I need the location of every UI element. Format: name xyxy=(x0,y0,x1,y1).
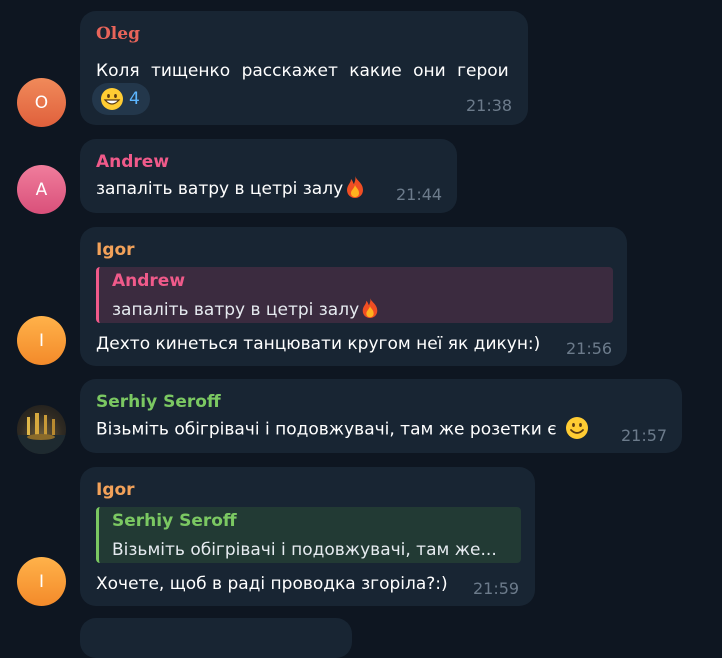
message-bubble[interactable]: Igor Serhiy Seroff Візьміть обігрівачі і… xyxy=(80,467,535,606)
grinning-emoji-icon xyxy=(101,88,123,110)
message-text: Візьміть обігрівачі і подовжувачі, там ж… xyxy=(96,417,589,440)
message-time: 21:38 xyxy=(466,96,513,115)
message-bubble[interactable]: Igor Andrew запаліть ватру в цетрі залу … xyxy=(80,227,627,366)
message-text: запаліть ватру в цетрі залу xyxy=(96,176,366,199)
sender-name[interactable]: Serhiy Seroff xyxy=(96,392,221,412)
sender-name[interactable]: Igor xyxy=(96,240,135,260)
message-bubble-partial[interactable] xyxy=(80,618,352,658)
message-bubble[interactable]: Andrew запаліть ватру в цетрі залу 21:44 xyxy=(80,139,457,213)
fire-emoji-icon xyxy=(347,176,364,198)
fire-emoji-icon xyxy=(362,298,378,318)
reply-quote[interactable]: Serhiy Seroff Візьміть обігрівачі і подо… xyxy=(96,507,521,563)
reply-sender: Serhiy Seroff xyxy=(112,511,237,531)
avatar-letter: I xyxy=(38,571,44,592)
message-time: 21:44 xyxy=(396,185,443,204)
smiling-emoji-icon xyxy=(565,417,588,439)
avatar-letter: I xyxy=(38,330,44,351)
avatar-letter: A xyxy=(35,179,48,200)
reply-sender: Andrew xyxy=(112,271,186,291)
message-time: 21:59 xyxy=(473,579,520,598)
reply-text: Візьміть обігрівачі і подовжувачі, там ж… xyxy=(112,540,497,560)
reaction-count: 4 xyxy=(129,89,140,109)
avatar[interactable]: I xyxy=(17,316,66,365)
avatar-letter: O xyxy=(34,92,49,113)
avatar-photo-icon xyxy=(17,413,66,454)
reply-quote[interactable]: Andrew запаліть ватру в цетрі залу xyxy=(96,267,613,323)
message-bubble[interactable]: Olеg Коля тищенко расскажет какие они ге… xyxy=(80,11,528,125)
message-text: Дехто кинеться танцювати кругом неї як д… xyxy=(96,334,541,354)
reaction-chip[interactable]: 4 xyxy=(92,83,150,115)
message-time: 21:56 xyxy=(566,339,613,358)
reply-text: запаліть ватру в цетрі залу xyxy=(112,298,380,320)
avatar[interactable]: I xyxy=(17,557,66,606)
avatar[interactable] xyxy=(17,405,66,454)
avatar[interactable]: O xyxy=(17,78,66,127)
sender-name[interactable]: Andrew xyxy=(96,152,169,172)
sender-name[interactable]: Olеg xyxy=(96,24,140,44)
avatar[interactable]: A xyxy=(17,165,66,214)
message-text: Коля тищенко расскажет какие они герои xyxy=(96,61,509,81)
sender-name[interactable]: Igor xyxy=(96,480,135,500)
message-bubble[interactable]: Serhiy Seroff Візьміть обігрівачі і подо… xyxy=(80,379,682,453)
message-text: Хочете, щоб в раді проводка згоріла?:) xyxy=(96,574,448,594)
message-time: 21:57 xyxy=(621,426,668,445)
